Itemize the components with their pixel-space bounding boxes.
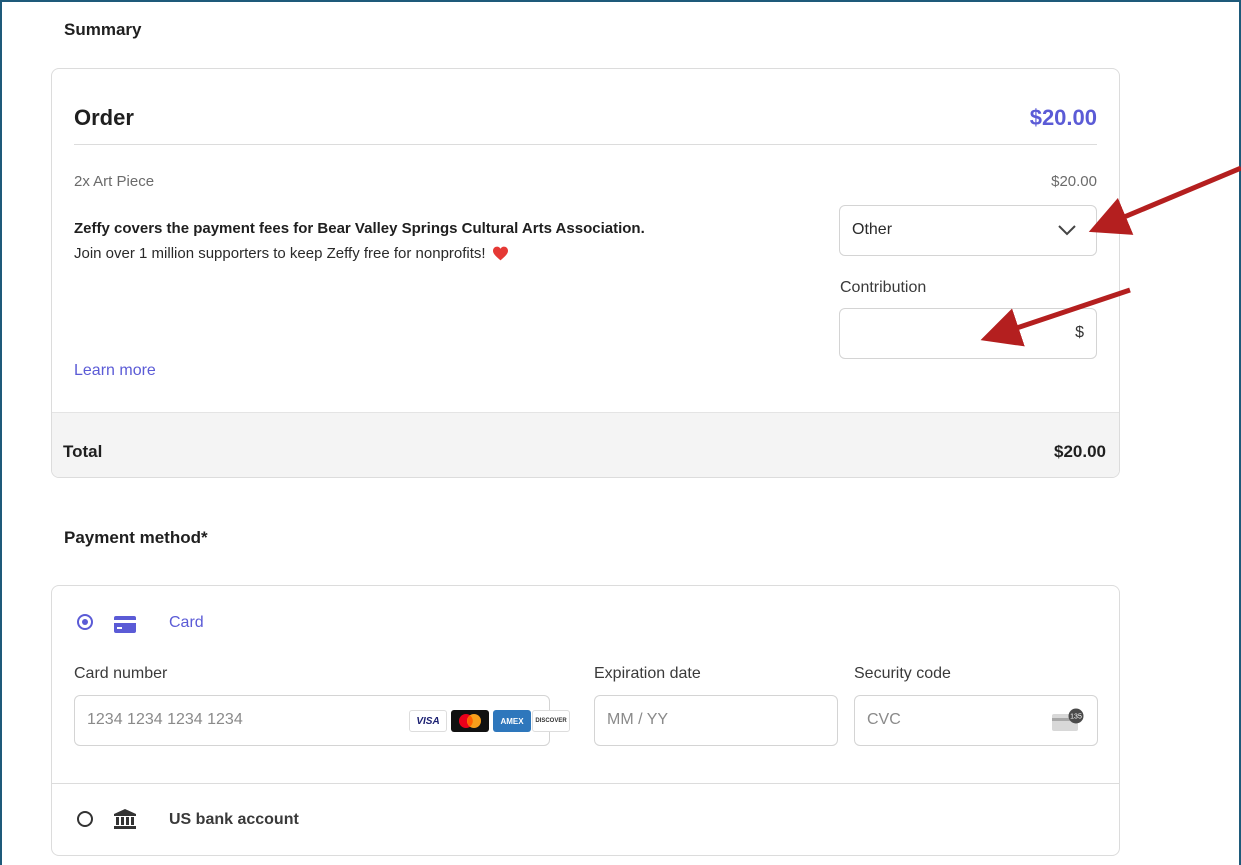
annotation-layer xyxy=(980,165,1241,347)
annotation-arrow-contribution xyxy=(980,287,1131,347)
annotation-arrow-select xyxy=(1088,165,1241,235)
